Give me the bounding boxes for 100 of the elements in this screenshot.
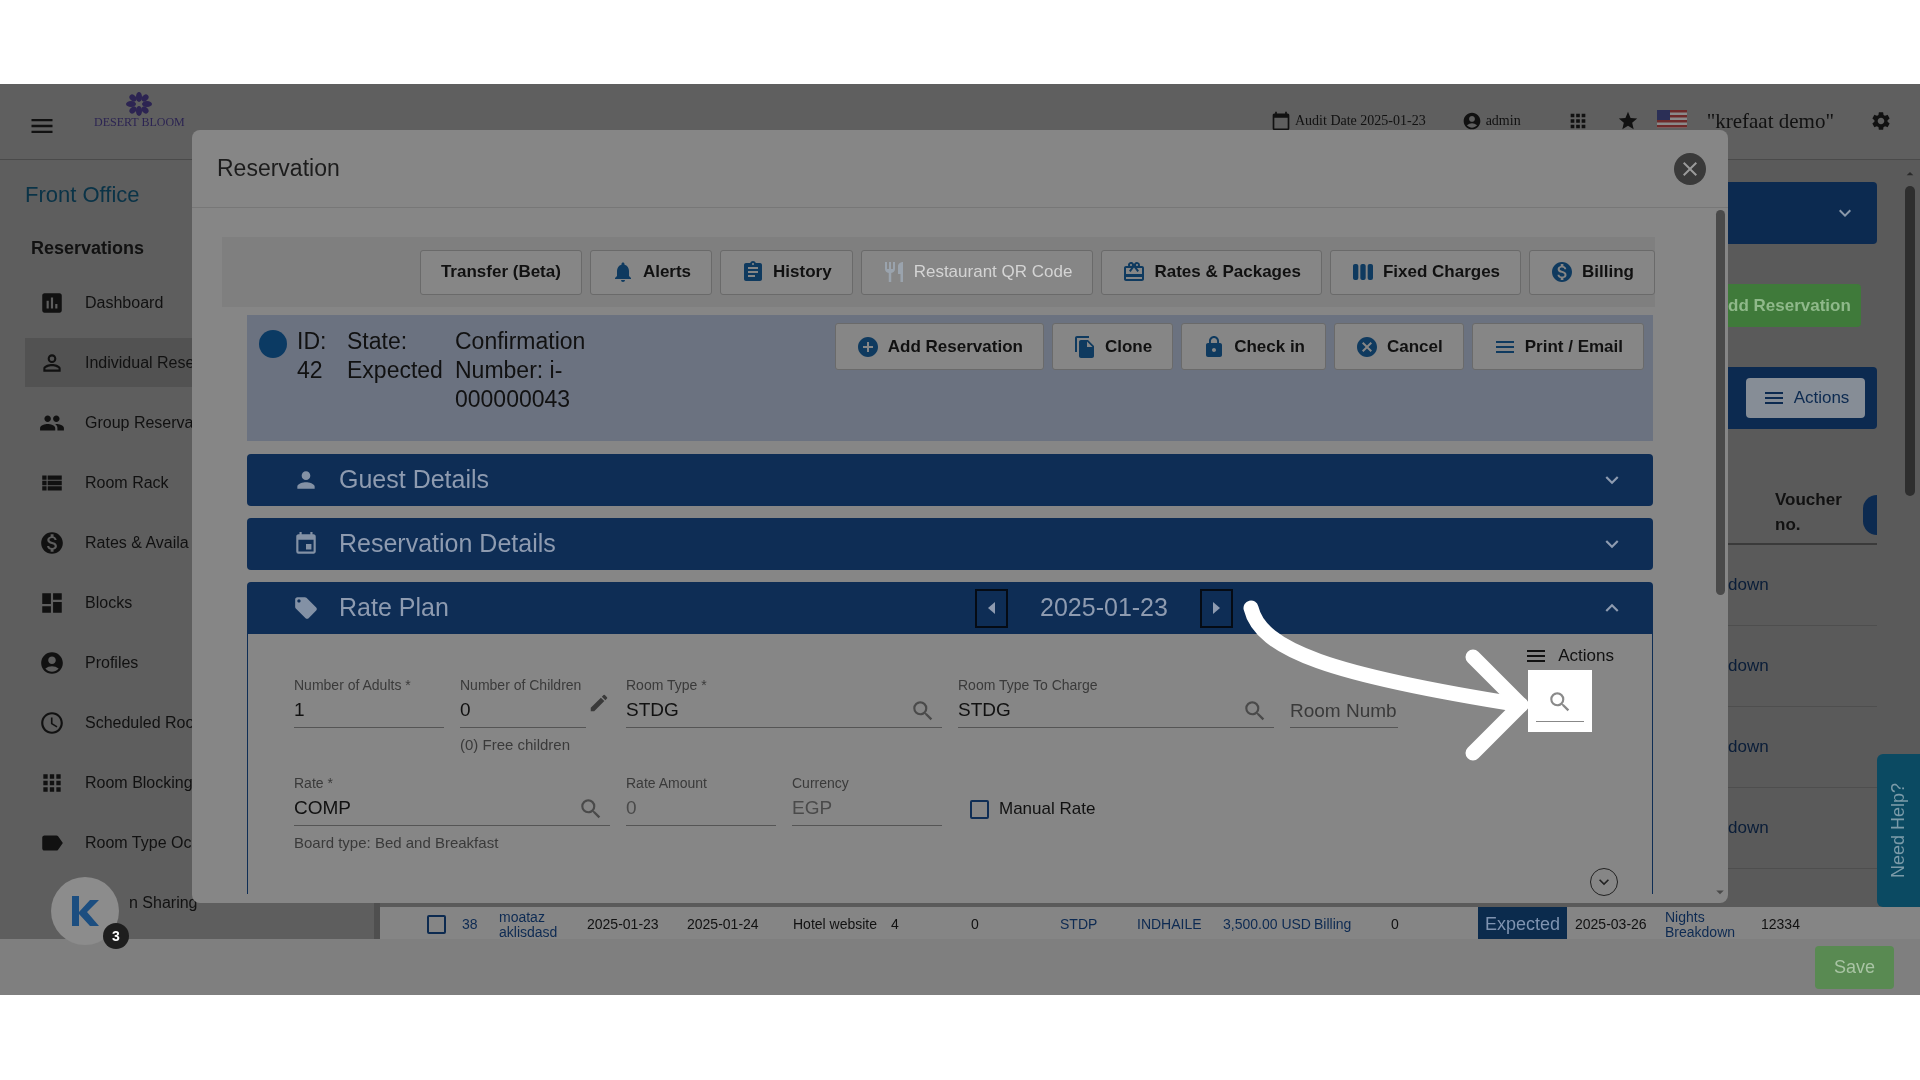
table-cell[interactable]: 3,500.00 USD bbox=[1223, 917, 1314, 932]
dollar-icon bbox=[1550, 260, 1575, 284]
user-name[interactable]: admin bbox=[1485, 110, 1521, 131]
dialog-title: Reservation bbox=[217, 154, 340, 184]
section-header[interactable]: Reservation Details bbox=[247, 518, 1653, 570]
copy-icon bbox=[1072, 334, 1097, 359]
input-field[interactable]: 1 bbox=[294, 694, 444, 728]
previous-date-button[interactable] bbox=[975, 588, 1008, 628]
table-cell-text: 0 bbox=[1391, 917, 1400, 932]
table-cell-text: 2025-03-26 bbox=[1575, 917, 1648, 932]
field-label: Room Type * bbox=[626, 676, 708, 694]
add-reservation-button[interactable]: dd Reservation bbox=[1728, 284, 1861, 327]
calendar-icon bbox=[1271, 110, 1291, 131]
toolbar-button[interactable]: History bbox=[720, 249, 853, 295]
section-header[interactable]: Guest Details bbox=[247, 454, 1653, 506]
next-date-button[interactable] bbox=[1200, 588, 1233, 628]
toolbar-button[interactable]: Billing bbox=[1529, 249, 1655, 295]
input-field[interactable]: 0 bbox=[460, 694, 586, 728]
table-cell-text: 4 bbox=[891, 917, 900, 932]
right-arrow-icon bbox=[1213, 602, 1220, 614]
table-cell[interactable]: Billing bbox=[1314, 917, 1391, 932]
input-field[interactable]: STDG bbox=[958, 694, 1274, 728]
table-cell[interactable]: INDHAILE bbox=[1137, 917, 1223, 932]
table-cell[interactable]: 38 bbox=[462, 917, 499, 932]
table-cell[interactable]: down bbox=[1728, 653, 1769, 679]
logo-text: DESERT BLOOM bbox=[94, 116, 185, 129]
settings-icon[interactable] bbox=[1870, 110, 1892, 132]
checkbox-label: Manual Rate bbox=[999, 798, 1096, 821]
star-icon[interactable] bbox=[1616, 110, 1639, 132]
field-label: Number of Adults * bbox=[294, 676, 412, 694]
sidebar-item[interactable]: Dashboard bbox=[25, 278, 355, 328]
toolbar-button[interactable]: Alerts bbox=[589, 249, 713, 295]
sidebar-item[interactable]: Group Reserva bbox=[25, 398, 355, 448]
pencil-icon[interactable] bbox=[588, 692, 610, 714]
section-title: Reservation Details bbox=[339, 528, 557, 560]
checkbox[interactable] bbox=[970, 799, 989, 819]
field-value: COMP bbox=[294, 796, 351, 821]
field-hint: (0) Free children bbox=[460, 735, 572, 755]
toggle-knob bbox=[1863, 495, 1877, 535]
cancel-icon bbox=[1355, 334, 1379, 359]
table-cell[interactable]: STDP bbox=[1060, 917, 1137, 932]
section-title: Reservations bbox=[31, 237, 146, 260]
save-button[interactable]: Save bbox=[1815, 945, 1894, 989]
section-header[interactable]: Rate Plan 2025-01-23 bbox=[247, 582, 1653, 634]
property-name[interactable]: "krefaat demo" bbox=[1706, 110, 1834, 132]
user-icon[interactable] bbox=[1461, 110, 1482, 131]
help-tab-label: Need Help? bbox=[1887, 782, 1909, 879]
search-button[interactable] bbox=[1528, 670, 1592, 732]
help-tab[interactable]: Need Help? bbox=[1877, 754, 1920, 907]
input-field[interactable]: COMP bbox=[294, 792, 610, 826]
action-button[interactable]: Add Reservation bbox=[834, 323, 1044, 370]
field-value: 1 bbox=[294, 698, 305, 723]
module-title: Front Office bbox=[25, 181, 141, 206]
checkbox[interactable] bbox=[427, 915, 446, 934]
table-cell-text: 2025-01-23 bbox=[587, 917, 660, 932]
field-label: Number of Children bbox=[460, 676, 583, 694]
room-number-field[interactable]: Room Numb bbox=[1290, 694, 1398, 728]
actions-button[interactable]: Actions bbox=[1524, 642, 1614, 670]
field-label: Rate Amount bbox=[626, 774, 708, 792]
table-cell-text: 0 bbox=[971, 917, 980, 932]
calendar-icon bbox=[293, 531, 319, 557]
action-button[interactable]: Clone bbox=[1051, 323, 1174, 370]
action-button[interactable]: Check in bbox=[1181, 323, 1326, 370]
section-title: Guest Details bbox=[339, 464, 491, 496]
input-field[interactable]: STDG bbox=[626, 694, 942, 728]
rate-date: 2025-01-23 bbox=[1039, 592, 1169, 624]
table-cell[interactable]: Nights Breakdown bbox=[1665, 909, 1761, 940]
table-cell[interactable]: down bbox=[1728, 815, 1769, 841]
gift-icon bbox=[1122, 260, 1147, 284]
toolbar-button[interactable]: Transfer (Beta) bbox=[419, 249, 582, 295]
table-cell-text: 2025-01-24 bbox=[687, 917, 760, 932]
toolbar-button[interactable]: Fixed Charges bbox=[1329, 249, 1522, 295]
dollar-icon bbox=[39, 529, 65, 556]
table-cell[interactable]: down bbox=[1728, 572, 1769, 598]
close-button[interactable] bbox=[1674, 152, 1706, 185]
field-value: 0 bbox=[460, 698, 471, 723]
column-header: Voucher no. bbox=[1775, 489, 1843, 536]
field-value: STDG bbox=[958, 698, 1011, 723]
section-title: Rate Plan bbox=[339, 592, 450, 624]
actions-button[interactable]: Actions bbox=[1746, 378, 1865, 418]
tag-icon bbox=[293, 595, 319, 621]
field-value: 0 bbox=[626, 796, 637, 821]
field-value: EGP bbox=[792, 796, 833, 821]
confirmation-number: Confirmation Number: i-000000043 bbox=[455, 327, 587, 414]
field-label: Currency bbox=[792, 774, 850, 792]
table-cell[interactable]: moataz aklisdasd bbox=[499, 909, 587, 940]
flower-icon bbox=[124, 92, 155, 116]
action-button[interactable]: Cancel bbox=[1334, 323, 1464, 370]
field-label: Rate * bbox=[294, 774, 334, 792]
table-cell-text: Hotel website bbox=[793, 917, 879, 932]
action-button[interactable]: Print / Email bbox=[1471, 323, 1644, 370]
left-arrow-icon bbox=[988, 602, 995, 614]
table-cell-text: 12334 bbox=[1761, 917, 1801, 932]
flag-icon[interactable] bbox=[1656, 110, 1687, 128]
field-label: Room Type To Charge bbox=[958, 676, 1099, 694]
field-hint: Board type: Bed and Breakfast bbox=[294, 833, 500, 853]
toolbar-button[interactable]: Rates & Packages bbox=[1101, 249, 1322, 295]
table-cell[interactable]: down bbox=[1728, 734, 1769, 760]
audit-date: Audit Date 2025-01-23 bbox=[1295, 112, 1426, 130]
account-icon bbox=[39, 650, 65, 677]
